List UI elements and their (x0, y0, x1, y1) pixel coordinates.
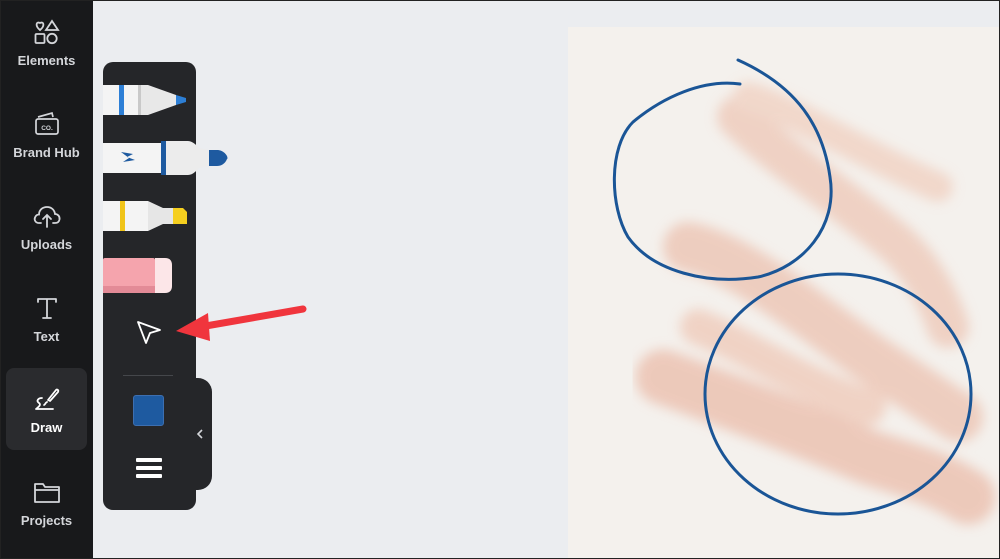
sidebar-item-draw[interactable]: Draw (6, 368, 87, 450)
sidebar-item-projects[interactable]: Projects (6, 462, 87, 542)
sidebar-item-label: Elements (17, 52, 76, 68)
sidebar-item-label: Draw (30, 419, 63, 435)
pen-icon (103, 85, 186, 115)
draw-icon (32, 384, 62, 414)
sidebar-item-label: Uploads (20, 236, 73, 252)
highlighter-icon (103, 201, 187, 231)
sidebar-item-elements[interactable]: Elements (6, 2, 87, 82)
sidebar-item-label: Text (33, 328, 60, 344)
sidebar-item-text[interactable]: Text (6, 278, 87, 358)
sidebar-item-label: Projects (20, 512, 73, 528)
chevron-left-icon (196, 429, 203, 439)
brush-strokes (635, 82, 996, 525)
text-icon (32, 293, 62, 323)
eraser-icon (103, 258, 172, 293)
svg-text:CO.: CO. (41, 125, 53, 132)
color-picker-swatch[interactable] (133, 395, 164, 426)
highlighter-tool[interactable] (103, 196, 188, 236)
eraser-tool[interactable] (103, 256, 175, 296)
sidebar-item-label: Brand Hub (13, 144, 80, 160)
left-sidebar: Elements CO. Brand Hub Uploads Text Draw… (0, 0, 93, 559)
drawing-strokes (612, 58, 996, 525)
marker-icon (103, 141, 228, 175)
elements-icon (32, 17, 62, 47)
sidebar-item-uploads[interactable]: Uploads (6, 186, 87, 266)
design-canvas[interactable] (568, 27, 1000, 559)
sidebar-item-brand-hub[interactable]: CO. Brand Hub (6, 94, 87, 174)
hamburger-menu-icon[interactable] (136, 458, 162, 480)
cursor-arrow-icon (137, 321, 161, 344)
panel-divider (123, 375, 173, 376)
pen-tool[interactable] (103, 80, 193, 120)
folder-icon (32, 477, 62, 507)
select-tool[interactable] (134, 318, 164, 348)
upload-cloud-icon (32, 201, 62, 231)
brand-hub-icon: CO. (32, 109, 62, 139)
marker-tool[interactable] (103, 138, 228, 178)
